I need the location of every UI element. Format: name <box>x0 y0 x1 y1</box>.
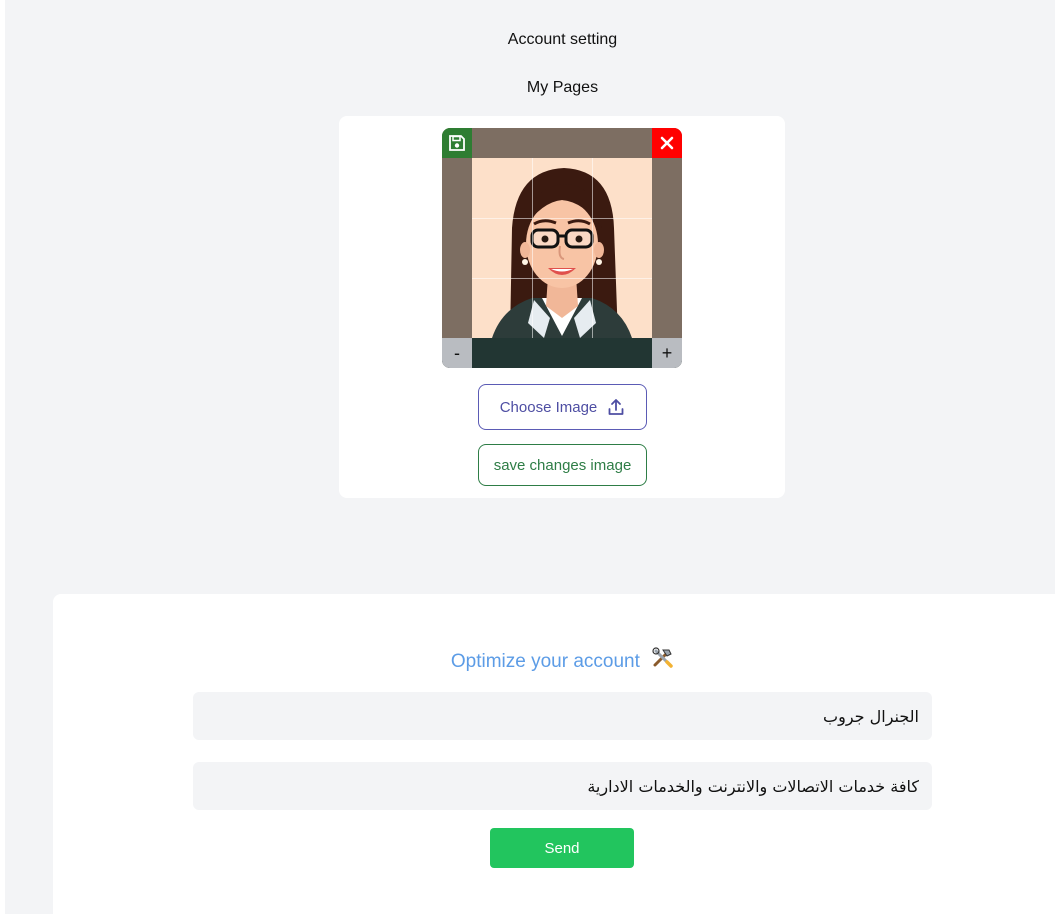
page-background: Account setting My Pages - + Choose Imag… <box>5 0 1055 924</box>
image-cropper[interactable]: - + <box>442 128 682 368</box>
form-title-text: Optimize your account <box>450 651 640 672</box>
save-crop-button[interactable] <box>442 128 472 158</box>
upload-icon <box>608 399 624 415</box>
crop-shade <box>442 338 682 368</box>
send-button[interactable]: Send <box>490 828 634 868</box>
choose-image-button[interactable]: Choose Image <box>478 384 647 430</box>
business-description-input[interactable] <box>193 762 932 810</box>
account-setting-link[interactable]: Account setting <box>5 31 1055 49</box>
choose-image-label: Choose Image <box>499 398 598 416</box>
tools-icon <box>652 647 673 668</box>
my-pages-link[interactable]: My Pages <box>5 79 1055 97</box>
crop-grid-line <box>592 158 593 338</box>
optimize-account-form: Optimize your account Send <box>53 594 1055 924</box>
close-icon <box>660 136 674 150</box>
zoom-in-button[interactable]: + <box>652 338 682 368</box>
form-title: Optimize your account <box>53 646 1055 673</box>
save-changes-image-button[interactable]: save changes image <box>478 444 647 486</box>
business-name-input[interactable] <box>193 692 932 740</box>
close-crop-button[interactable] <box>652 128 682 158</box>
zoom-out-button[interactable]: - <box>442 338 472 368</box>
avatar-illustration <box>472 158 652 338</box>
save-icon <box>449 135 465 151</box>
profile-avatar-image[interactable] <box>472 158 652 338</box>
crop-grid-line <box>472 278 652 279</box>
crop-grid-line <box>472 218 652 219</box>
crop-grid-line <box>532 158 533 338</box>
image-editor-card: - + Choose Image save changes image <box>339 116 785 498</box>
